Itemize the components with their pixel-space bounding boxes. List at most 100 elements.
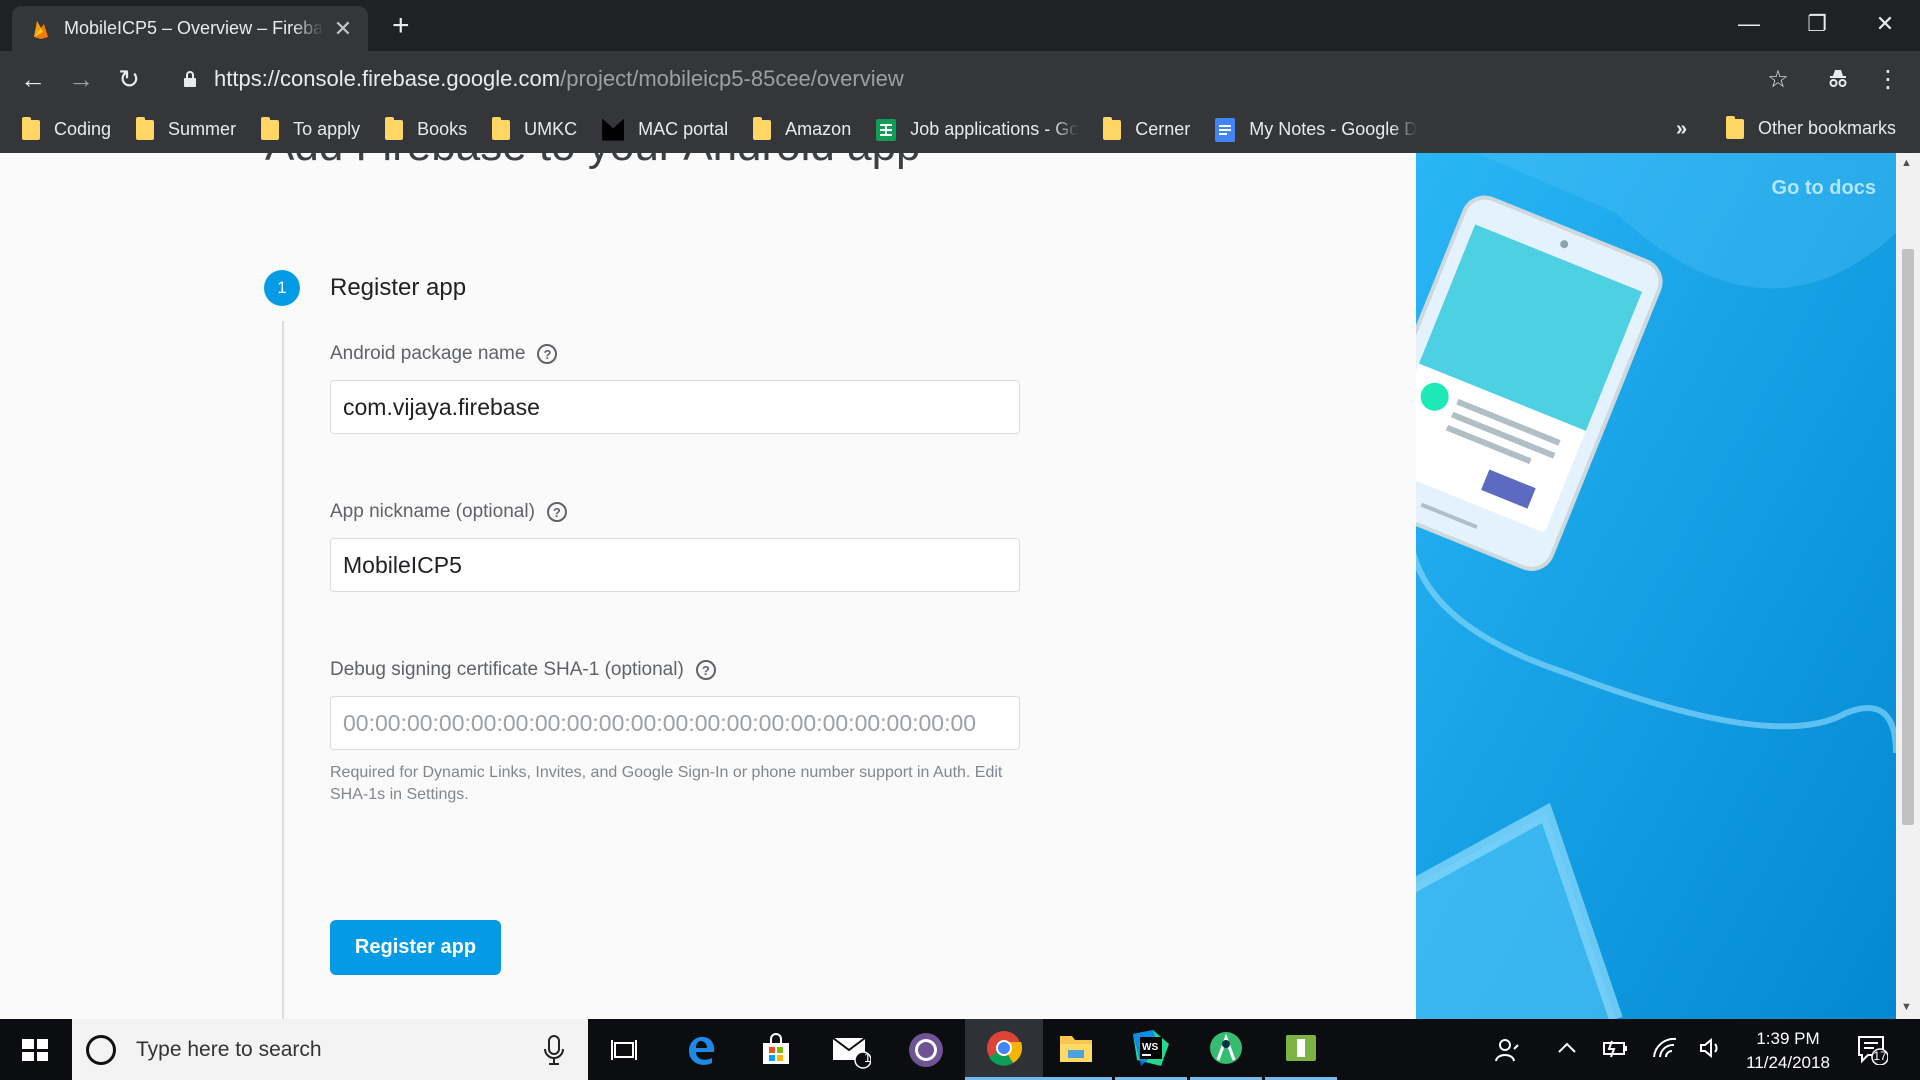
app-nickname-label: App nickname (optional) ? [330, 501, 567, 523]
url-path: /project/mobileicp5-85cee/overview [560, 66, 904, 91]
package-name-label: Android package name ? [330, 343, 558, 365]
forward-button[interactable]: → [62, 60, 100, 98]
sha1-hint: Required for Dynamic Links, Invites, and… [330, 764, 1003, 803]
umkc-icon [602, 118, 625, 141]
help-icon[interactable]: ? [695, 660, 716, 680]
page-scrollbar[interactable]: ▲ ▼ [1896, 153, 1920, 1019]
chrome-icon [987, 1031, 1022, 1066]
svg-text:WS: WS [1142, 1042, 1158, 1053]
taskbar-file-explorer[interactable] [1040, 1019, 1112, 1080]
bookmark-my-notes[interactable]: My Notes - Google D [1215, 117, 1418, 142]
sha1-input[interactable] [330, 696, 1020, 750]
bookmark-books[interactable]: Books [385, 116, 468, 140]
windows-taskbar: Type here to search 1 WS 1:39 PM 11/24/2… [0, 1019, 1920, 1080]
label-text: Debug signing certificate SHA-1 (optiona… [330, 659, 684, 680]
task-view-icon [611, 1039, 637, 1060]
start-button[interactable] [14, 1033, 56, 1067]
notes-app-icon [1286, 1035, 1316, 1061]
tab-close-icon[interactable]: ✕ [332, 16, 354, 42]
bookmark-label: Amazon [785, 119, 852, 139]
notification-center-icon[interactable]: 17 [1856, 1033, 1889, 1071]
folder-icon [261, 116, 280, 140]
restore-button[interactable]: ❐ [1783, 6, 1851, 42]
taskbar-search-placeholder: Type here to search [136, 1037, 322, 1061]
back-button[interactable]: ← [14, 60, 52, 98]
minimize-button[interactable]: — [1715, 6, 1783, 42]
taskbar-search-box[interactable]: Type here to search [72, 1019, 588, 1080]
github-icon [909, 1032, 943, 1067]
go-to-docs-link[interactable]: Go to docs [1772, 177, 1876, 200]
bookmark-star-icon[interactable]: ☆ [1760, 61, 1796, 97]
folder-icon [1103, 116, 1122, 140]
bookmark-to-apply[interactable]: To apply [261, 116, 360, 140]
docs-icon [1215, 117, 1236, 142]
scroll-thumb[interactable] [1902, 249, 1914, 825]
scroll-up-icon[interactable]: ▲ [1901, 157, 1912, 169]
browser-toolbar: ← → ↻ https://console.firebase.google.co… [0, 51, 1920, 106]
edge-icon [689, 1036, 715, 1065]
bookmark-label: Books [417, 119, 468, 139]
bookmark-mac-portal[interactable]: MAC portal [602, 118, 729, 141]
taskbar-chrome[interactable] [965, 1019, 1043, 1080]
bookmark-label: Coding [54, 119, 112, 139]
bookmark-label: MAC portal [638, 119, 729, 139]
firebase-icon [34, 20, 48, 39]
help-icon[interactable]: ? [537, 344, 558, 364]
bookmark-coding[interactable]: Coding [22, 116, 112, 140]
bookmark-label: My Notes - Google D [1249, 119, 1418, 139]
tab-strip: MobileICP5 – Overview – Firebase ✕ + — ❐… [0, 0, 1920, 51]
help-icon[interactable]: ? [546, 502, 567, 522]
bookmark-job-applications[interactable]: Job applications - Go [876, 118, 1078, 141]
taskbar-android-studio[interactable] [1190, 1019, 1262, 1080]
bookmark-label: Other bookmarks [1758, 118, 1897, 138]
folder-icon [753, 116, 772, 140]
taskbar-store[interactable] [740, 1019, 812, 1080]
sha1-label: Debug signing certificate SHA-1 (optiona… [330, 659, 716, 681]
windows-logo-pane [36, 1039, 48, 1049]
browser-tab[interactable]: MobileICP5 – Overview – Firebase ✕ [12, 6, 368, 51]
bookmark-label: Cerner [1135, 119, 1191, 139]
clock-date: 11/24/2018 [1746, 1053, 1830, 1072]
reload-button[interactable]: ↻ [110, 60, 148, 98]
taskbar-mail[interactable]: 1 [815, 1019, 887, 1080]
tray-chevron-up-icon[interactable] [1556, 1037, 1578, 1065]
folder-icon [136, 116, 155, 140]
taskbar-edge[interactable] [665, 1019, 737, 1080]
taskbar-notes-app[interactable] [1265, 1019, 1337, 1080]
new-tab-button[interactable]: + [392, 11, 410, 41]
wifi-icon[interactable] [1652, 1037, 1678, 1065]
bookmark-label: UMKC [524, 119, 578, 139]
bookmark-other[interactable]: Other bookmarks [1726, 115, 1897, 139]
taskbar-webstorm[interactable]: WS [1115, 1019, 1187, 1080]
bookmark-umkc[interactable]: UMKC [492, 116, 578, 140]
package-name-input[interactable] [330, 380, 1020, 434]
firebase-page: Add Firebase to your Android app 1 Regis… [0, 153, 1920, 1019]
bookmark-amazon[interactable]: Amazon [753, 116, 852, 140]
cortana-icon [86, 1034, 116, 1065]
people-icon[interactable] [1494, 1037, 1520, 1069]
window-close-button[interactable]: ✕ [1851, 6, 1919, 42]
app-nickname-input[interactable] [330, 538, 1020, 592]
url-host: https://console.firebase.google.com [214, 66, 561, 91]
bookmarks-overflow-button[interactable]: » [1676, 118, 1687, 141]
incognito-icon[interactable] [1820, 61, 1856, 97]
step-number-badge: 1 [264, 270, 300, 306]
folder-icon [492, 116, 511, 140]
android-studio-icon [1210, 1032, 1242, 1064]
scroll-down-icon[interactable]: ▼ [1901, 1001, 1912, 1013]
chrome-menu-icon[interactable]: ⋮ [1870, 61, 1906, 97]
bookmark-cerner[interactable]: Cerner [1103, 116, 1191, 140]
register-app-button[interactable]: Register app [330, 920, 501, 975]
system-clock[interactable]: 1:39 PM 11/24/2018 [1738, 1027, 1838, 1075]
bookmark-summer[interactable]: Summer [136, 116, 236, 140]
volume-icon[interactable] [1698, 1037, 1724, 1065]
folder-icon [22, 116, 40, 140]
address-bar[interactable]: https://console.firebase.google.com/proj… [162, 58, 1756, 100]
label-text: Android package name [330, 343, 526, 364]
taskbar-github[interactable] [890, 1019, 962, 1080]
battery-icon[interactable] [1602, 1037, 1628, 1065]
task-view-button[interactable] [588, 1019, 660, 1080]
folder-icon [385, 116, 404, 140]
microphone-icon[interactable] [540, 1033, 568, 1067]
mail-badge: 1 [864, 1050, 872, 1065]
